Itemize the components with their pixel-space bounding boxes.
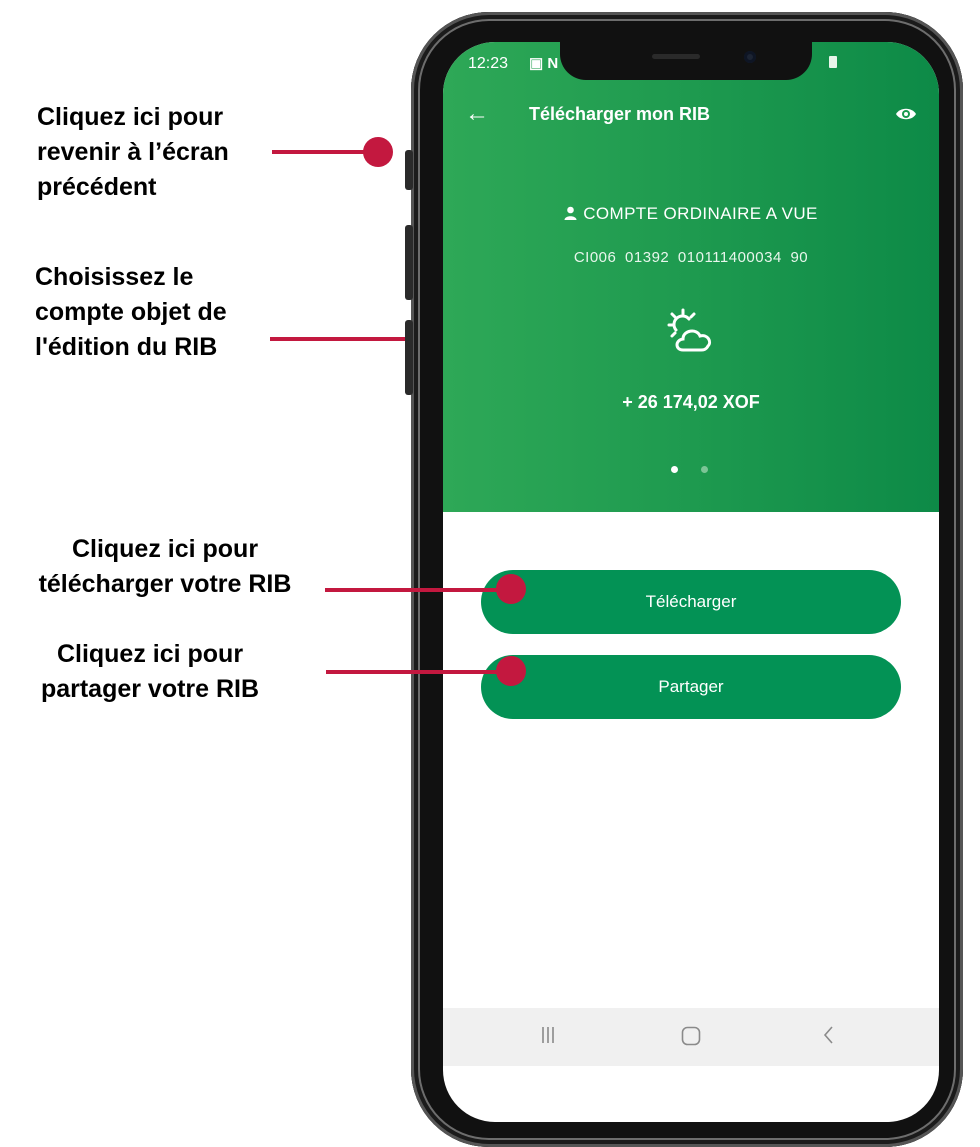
annotation-download-line bbox=[325, 588, 510, 592]
account-type: COMPTE ORDINAIRE A VUE bbox=[583, 204, 818, 223]
nav-back-icon[interactable] bbox=[823, 1026, 835, 1049]
phone-mute-switch bbox=[405, 150, 413, 190]
battery-icon bbox=[829, 56, 837, 68]
phone-volume-down bbox=[405, 320, 413, 395]
status-time: 12:23 bbox=[468, 55, 509, 72]
person-icon bbox=[564, 205, 577, 225]
status-icons: ▣ N bbox=[529, 55, 559, 72]
page-title: Télécharger mon RIB bbox=[529, 104, 711, 124]
annotation-download-dot bbox=[496, 574, 526, 604]
phone-speaker bbox=[652, 54, 700, 59]
download-button[interactable]: Télécharger bbox=[481, 570, 901, 634]
annotation-share-line bbox=[326, 670, 510, 674]
account-header: 12:23 ▣ N ← Télécharger mon RIB COMPTE O… bbox=[443, 42, 939, 512]
annotation-download: Cliquez ici pour télécharger votre RIB bbox=[38, 535, 292, 598]
arrow-left-icon: ← bbox=[465, 100, 489, 127]
recent-apps-icon[interactable] bbox=[541, 1026, 555, 1049]
account-selector[interactable]: COMPTE ORDINAIRE A VUE bbox=[443, 204, 939, 225]
annotation-account-line bbox=[270, 337, 410, 341]
share-button[interactable]: Partager bbox=[481, 655, 901, 719]
account-number: CI006 01392 010111400034 90 bbox=[573, 249, 809, 266]
account-balance: + 26 174,02 XOF bbox=[622, 392, 760, 412]
annotation-share-dot bbox=[496, 656, 526, 686]
carousel-dot-active[interactable] bbox=[671, 466, 678, 473]
front-camera bbox=[744, 51, 756, 63]
sun-cloud-icon bbox=[661, 304, 721, 369]
annotation-back: Cliquez ici pour revenir à l’écran précé… bbox=[37, 103, 229, 201]
annotation-back-dot bbox=[363, 137, 393, 167]
carousel-dot[interactable] bbox=[701, 466, 708, 473]
phone-notch bbox=[560, 42, 812, 80]
eye-icon[interactable] bbox=[895, 106, 917, 127]
annotation-account: Choisissez le compte objet de l'édition … bbox=[35, 263, 227, 361]
back-button[interactable]: ← bbox=[465, 100, 489, 128]
home-icon[interactable] bbox=[681, 1026, 701, 1051]
annotation-share: Cliquez ici pour partager votre RIB bbox=[40, 640, 260, 703]
phone-volume-up bbox=[405, 225, 413, 300]
android-nav-bar bbox=[443, 1008, 939, 1066]
